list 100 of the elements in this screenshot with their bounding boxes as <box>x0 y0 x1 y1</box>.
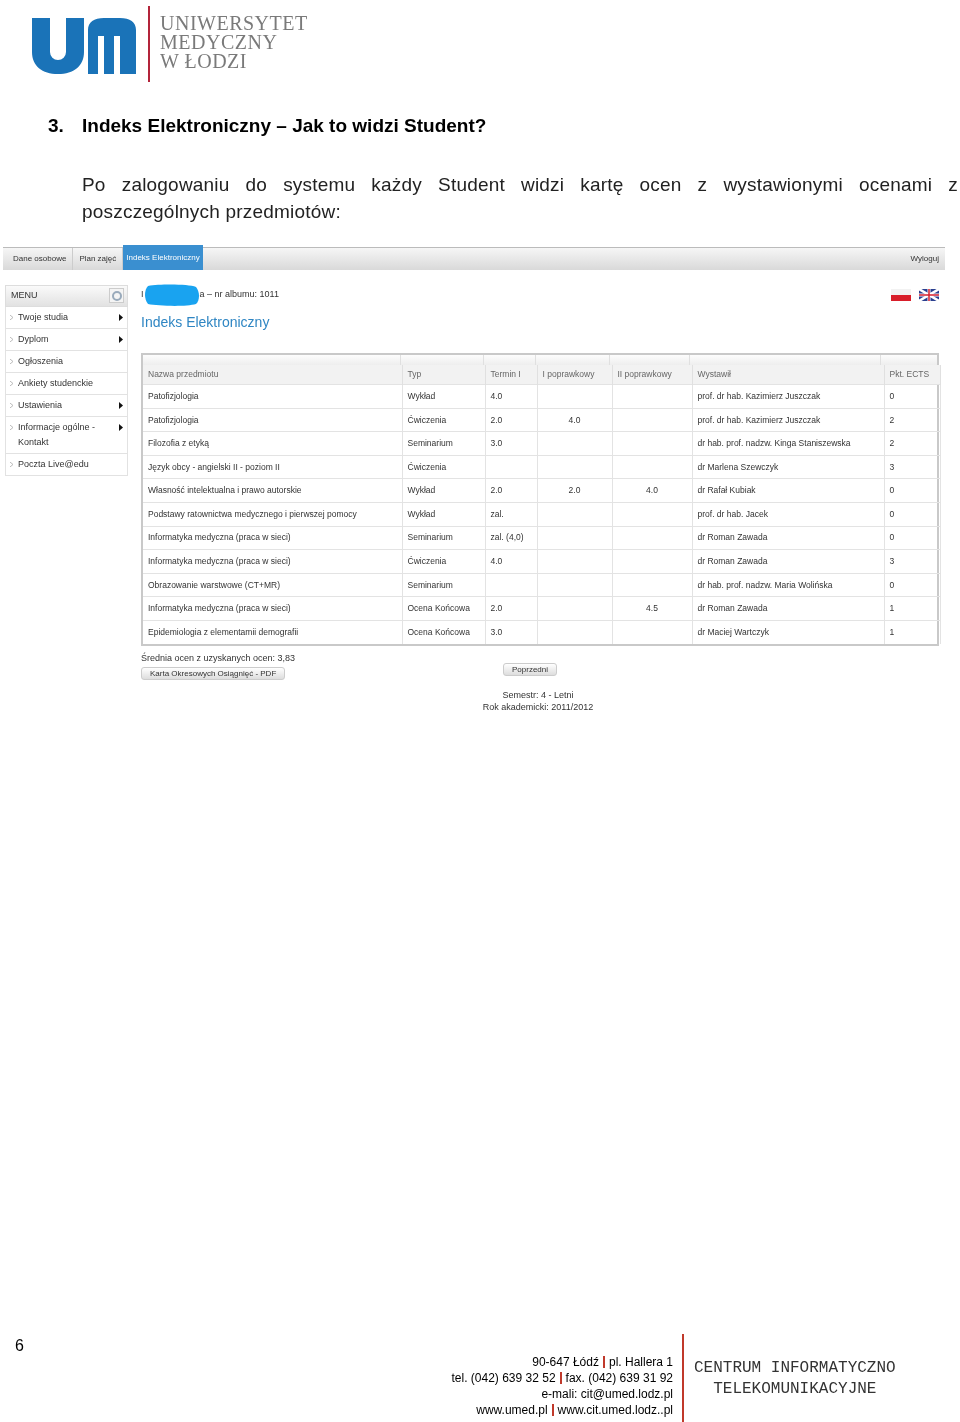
table-cell: Informatyka medyczna (praca w sieci) <box>148 556 291 567</box>
contact-text: pl. Hallera 1 <box>608 1354 673 1370</box>
table-cell: Patofizjologia <box>148 414 199 425</box>
logo-icon <box>32 18 136 74</box>
contact-text: fax. (042) 639 31 92 <box>565 1370 673 1386</box>
table-cell: 0 <box>889 485 895 496</box>
table-cell: 4.5 <box>646 603 658 614</box>
table-cell: Ćwiczenia <box>407 414 447 425</box>
table-cell: 3.0 <box>490 438 503 449</box>
table-cell: 1 <box>889 603 895 614</box>
unit-name: CENTRUM INFORMATYCZNO <box>694 1358 896 1379</box>
contact-text: www.umed.pl <box>476 1402 548 1418</box>
table-cell: 0 <box>889 390 895 401</box>
table-cell: Filozofia z etyką <box>148 438 209 449</box>
table-cell: Obrazowanie warstwowe (CT+MR) <box>148 579 281 590</box>
column-header: Typ <box>402 364 485 385</box>
chevron-icon <box>10 314 13 320</box>
grade-average: Średnia ocen z uzyskanych ocen: 3,83 <box>141 652 297 666</box>
table-cell: 2.0 <box>568 485 581 496</box>
submenu-arrow-icon <box>119 335 123 343</box>
table-cell: dr Maciej Wartczyk <box>697 627 769 638</box>
column-header: I poprawkowy <box>537 364 612 385</box>
chevron-icon <box>10 424 13 430</box>
table-cell: dr Roman Zawada <box>697 556 768 567</box>
submenu-arrow-icon <box>119 401 123 409</box>
chevron-icon <box>10 336 13 342</box>
table-cell: Epidemiologia z elementamii demografii <box>148 627 299 638</box>
section-heading: Indeks Elektroniczny – Jak to widzi Student? <box>82 114 487 138</box>
menu-item[interactable]: Twoje studia <box>5 306 128 329</box>
university-name: MEDYCZNY <box>160 33 279 52</box>
table-cell: 2.0 <box>490 603 503 614</box>
table-cell: Wykład <box>407 508 436 519</box>
table-cell: Informatyka medyczna (praca w sieci) <box>148 532 291 543</box>
nav-tab[interactable]: Dane osobowe <box>7 247 74 270</box>
column-header: II poprawkowy <box>612 364 692 385</box>
contact-text: tel. (042) 639 32 52 <box>451 1370 556 1386</box>
column-header: Wystawił <box>692 364 884 385</box>
contact-text: e-mali: cit@umed.lodz.pl <box>541 1386 673 1402</box>
table-cell: Ćwiczenia <box>407 461 447 472</box>
table-cell: zal. <box>490 508 504 519</box>
table-cell: 4.0 <box>568 414 581 425</box>
table-cell: prof. dr hab. Kazimierz Juszczak <box>697 390 821 401</box>
semester-label: Semestr: 4 - Letni <box>502 688 574 701</box>
table-cell: 4.0 <box>490 390 503 401</box>
table-cell: dr hab. prof. nadzw. Kinga Staniszewska <box>697 438 851 449</box>
menu-item[interactable]: Poczta Live@edu <box>5 453 128 476</box>
table-cell: dr Marlena Szewczyk <box>697 461 779 472</box>
table-cell: dr Roman Zawada <box>697 603 768 614</box>
menu-item[interactable]: Ustawienia <box>5 394 128 417</box>
table-cell: dr Rafał Kubiak <box>697 485 756 496</box>
table-cell: 2 <box>889 414 895 425</box>
table-cell: 2 <box>889 438 895 449</box>
table-cell: Informatyka medyczna (praca w sieci) <box>148 603 291 614</box>
student-label: a – nr albumu: 1011 <box>199 287 279 301</box>
table-cell: zal. (4,0) <box>490 532 524 543</box>
pdf-button[interactable]: Karta Okresowych Osiągnięć - PDF <box>141 666 286 680</box>
column-header: Termin I <box>485 364 537 385</box>
intro-paragraph: Po zalogowaniu do systemu każdy Student widzi kartę ocen z wystawionymi ocenami z poszczególnych przedmiotów: <box>82 172 958 224</box>
submenu-arrow-icon <box>119 423 123 431</box>
table-cell: 2.0 <box>490 485 503 496</box>
table-cell: Wykład <box>407 485 436 496</box>
redaction-mark <box>143 283 200 306</box>
table-cell: Wykład <box>407 390 436 401</box>
menu-item[interactable]: Informacje ogólne - Kontakt <box>5 416 128 454</box>
table-cell: Ocena Końcowa <box>407 603 470 614</box>
page-number: 6 <box>15 1336 24 1356</box>
table-cell: Język obcy - angielski II - poziom II <box>148 461 280 472</box>
table-cell: dr hab. prof. nadzw. Maria Wolińska <box>697 579 833 590</box>
page-title: Indeks Elektroniczny <box>141 312 271 332</box>
menu-item[interactable]: Ogłoszenia <box>5 350 128 373</box>
contact-text: 90-647 Łódź <box>532 1354 599 1370</box>
unit-name: TELEKOMUNIKACYJNE <box>713 1379 877 1400</box>
polish-flag-icon[interactable] <box>891 288 911 301</box>
menu-title: MENU <box>11 288 38 302</box>
chevron-icon <box>10 358 13 364</box>
table-cell: prof. dr hab. Jacek <box>697 508 768 519</box>
logout-link[interactable]: Wyloguj <box>910 247 945 270</box>
table-cell: Seminarium <box>407 579 453 590</box>
menu-item[interactable]: Ankiety studenckie <box>5 372 128 395</box>
column-header: Nazwa przedmiotu <box>143 364 402 385</box>
menu-item[interactable]: Dyplom <box>5 328 128 351</box>
chevron-icon <box>10 402 13 408</box>
table-cell: 3 <box>889 461 895 472</box>
table-cell: Ćwiczenia <box>407 556 447 567</box>
table-cell: 0 <box>889 508 895 519</box>
student-label: I <box>141 287 144 301</box>
previous-button[interactable]: Poprzedni <box>503 662 558 676</box>
table-cell: Patofizjologia <box>148 390 199 401</box>
column-header: Pkt. ECTS <box>884 364 940 385</box>
university-name: W ŁODZI <box>160 52 248 71</box>
table-cell: Własność intelektualna i prawo autorskie <box>148 485 302 496</box>
heading-number: 3. <box>48 114 65 138</box>
table-cell: 0 <box>889 532 895 543</box>
table-cell: Seminarium <box>407 532 453 543</box>
table-cell: 1 <box>889 627 895 638</box>
table-cell: Podstawy ratownictwa medycznego i pierwszej pomocy <box>148 508 357 519</box>
contact-text: www.cit.umed.lodz..pl <box>557 1402 673 1418</box>
table-cell: 4.0 <box>490 556 503 567</box>
uk-flag-icon[interactable] <box>919 288 939 301</box>
table-cell: 0 <box>889 579 895 590</box>
